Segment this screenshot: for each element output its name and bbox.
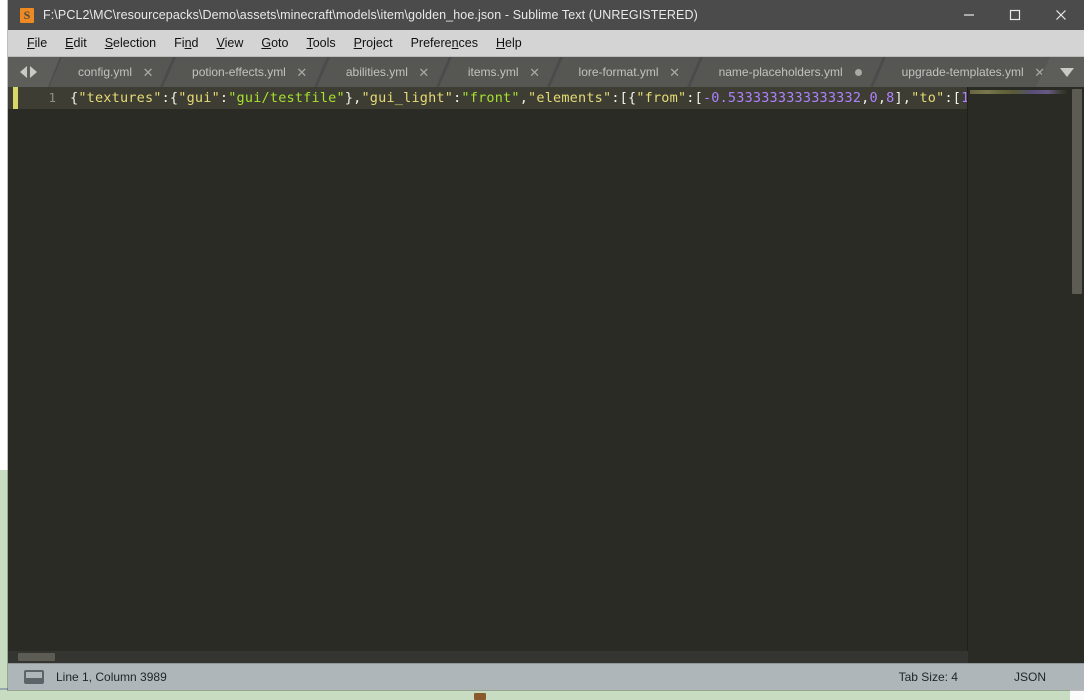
tab-bar: config.yml ✕ potion-effects.yml ✕ abilities.…	[8, 57, 1084, 87]
code-token-num: 0	[869, 90, 878, 106]
menu-item-goto[interactable]: Goto	[252, 34, 297, 52]
tab-size-status[interactable]: Tab Size: 4	[899, 670, 958, 684]
tab-label: items.yml	[467, 65, 519, 79]
panel-layout-icon[interactable]	[24, 670, 44, 684]
minimap-code-line	[970, 90, 1068, 94]
sublime-text-logo-icon	[20, 7, 34, 23]
close-button[interactable]	[1038, 0, 1084, 30]
minimap[interactable]	[967, 87, 1070, 663]
arrow-left-icon[interactable]	[19, 66, 27, 78]
code-line-1[interactable]: {"textures":{"gui":"gui/testfile"},"gui_…	[70, 87, 978, 109]
menu-item-project[interactable]: Project	[345, 34, 402, 52]
horizontal-scrollbar-thumb[interactable]	[18, 653, 55, 661]
window-controls	[946, 0, 1084, 30]
code-token-punc: ,	[861, 90, 870, 106]
tab-label: config.yml	[78, 65, 133, 79]
code-token-punc: ,	[519, 90, 529, 106]
tab-upgrade-templates-yml[interactable]: upgrade-templates.yml✕	[872, 57, 1065, 87]
menu-item-file[interactable]: File	[18, 34, 56, 52]
menu-item-find[interactable]: Find	[165, 34, 207, 52]
code-token-punc: :[	[686, 90, 703, 106]
window-title: F:\PCL2\MC\resourcepacks\Demo\assets\min…	[43, 8, 698, 22]
menu-item-preferences[interactable]: Preferences	[402, 34, 487, 52]
code-token-key: "textures"	[78, 90, 162, 106]
maximize-button[interactable]	[992, 0, 1038, 30]
line-number: 1	[48, 90, 56, 105]
chevron-down-icon	[1060, 67, 1074, 77]
code-token-num: -0.5333333333333332	[702, 90, 862, 106]
code-token-key: "to"	[911, 90, 945, 106]
menu-item-tools[interactable]: Tools	[297, 34, 344, 52]
menu-item-selection[interactable]: Selection	[96, 34, 165, 52]
minimize-button[interactable]	[946, 0, 992, 30]
menu-bar: File Edit Selection Find View Goto Tools Projec…	[8, 30, 1084, 57]
tab-lore-format-yml[interactable]: lore-format.yml ✕	[549, 57, 700, 87]
tab-list: config.yml ✕ potion-effects.yml ✕ abilities.…	[48, 57, 1084, 87]
tab-navigation-arrows[interactable]	[8, 57, 60, 87]
code-token-punc: ],	[894, 90, 912, 106]
code-token-key: "elements"	[528, 90, 612, 106]
tab-potion-effects-yml[interactable]: potion-effects.yml ✕	[163, 57, 327, 87]
code-token-key: "gui_light"	[361, 90, 454, 106]
editor-area: 1 {"textures":{"gui":"gui/testfile"},"gu…	[8, 87, 1084, 663]
taskbar-icon[interactable]	[474, 693, 486, 700]
close-icon[interactable]: ✕	[529, 66, 541, 79]
status-bar: Line 1, Column 3989 Tab Size: 4 JSON	[8, 663, 1084, 690]
vertical-scrollbar-thumb[interactable]	[1072, 89, 1082, 294]
tab-label: name-placeholders.yml	[718, 65, 843, 79]
code-token-punc: :{	[161, 90, 179, 106]
tab-label: upgrade-templates.yml	[901, 65, 1024, 79]
line-number-gutter: 1	[8, 87, 66, 663]
code-token-str: "front"	[461, 90, 520, 106]
tab-abilities-yml[interactable]: abilities.yml ✕	[316, 57, 449, 87]
tab-label: abilities.yml	[345, 65, 408, 79]
close-icon[interactable]: ✕	[669, 66, 681, 79]
sublime-text-window: F:\PCL2\MC\resourcepacks\Demo\assets\min…	[8, 0, 1084, 690]
code-token-key: "from"	[636, 90, 687, 106]
code-token-punc: :	[219, 90, 229, 106]
tab-items-yml[interactable]: items.yml ✕	[438, 57, 560, 87]
vertical-scrollbar[interactable]	[1070, 87, 1084, 663]
tab-label: lore-format.yml	[578, 65, 659, 79]
code-token-str: "gui/testfile"	[228, 90, 345, 106]
status-bar-right: Tab Size: 4 JSON	[899, 664, 1084, 690]
tab-overflow-menu-button[interactable]	[1036, 57, 1084, 87]
code-token-key: "gui"	[178, 90, 220, 106]
title-bar: F:\PCL2\MC\resourcepacks\Demo\assets\min…	[8, 0, 1084, 30]
close-icon[interactable]: ✕	[418, 66, 430, 79]
arrow-right-icon[interactable]	[29, 66, 37, 78]
close-icon[interactable]: ✕	[142, 66, 154, 79]
code-token-punc: ,	[877, 90, 887, 106]
menu-item-edit[interactable]: Edit	[56, 34, 96, 52]
code-token-punc: },	[344, 90, 362, 106]
tab-config-yml[interactable]: config.yml ✕	[48, 57, 174, 87]
tab-label: potion-effects.yml	[192, 65, 286, 79]
syntax-status[interactable]: JSON	[1014, 670, 1046, 684]
code-viewport[interactable]: {"textures":{"gui":"gui/testfile"},"gui_…	[66, 87, 1084, 663]
cursor-position-status[interactable]: Line 1, Column 3989	[56, 670, 167, 684]
tab-name-placeholders-yml[interactable]: name-placeholders.yml	[689, 57, 883, 87]
menu-item-view[interactable]: View	[207, 34, 252, 52]
close-icon[interactable]: ✕	[296, 66, 308, 79]
menu-item-help[interactable]: Help	[487, 34, 531, 52]
code-token-punc: :[{	[611, 90, 637, 106]
horizontal-scrollbar[interactable]	[8, 651, 968, 663]
code-token-punc: :[	[944, 90, 962, 106]
unsaved-dot-icon[interactable]	[854, 68, 862, 76]
